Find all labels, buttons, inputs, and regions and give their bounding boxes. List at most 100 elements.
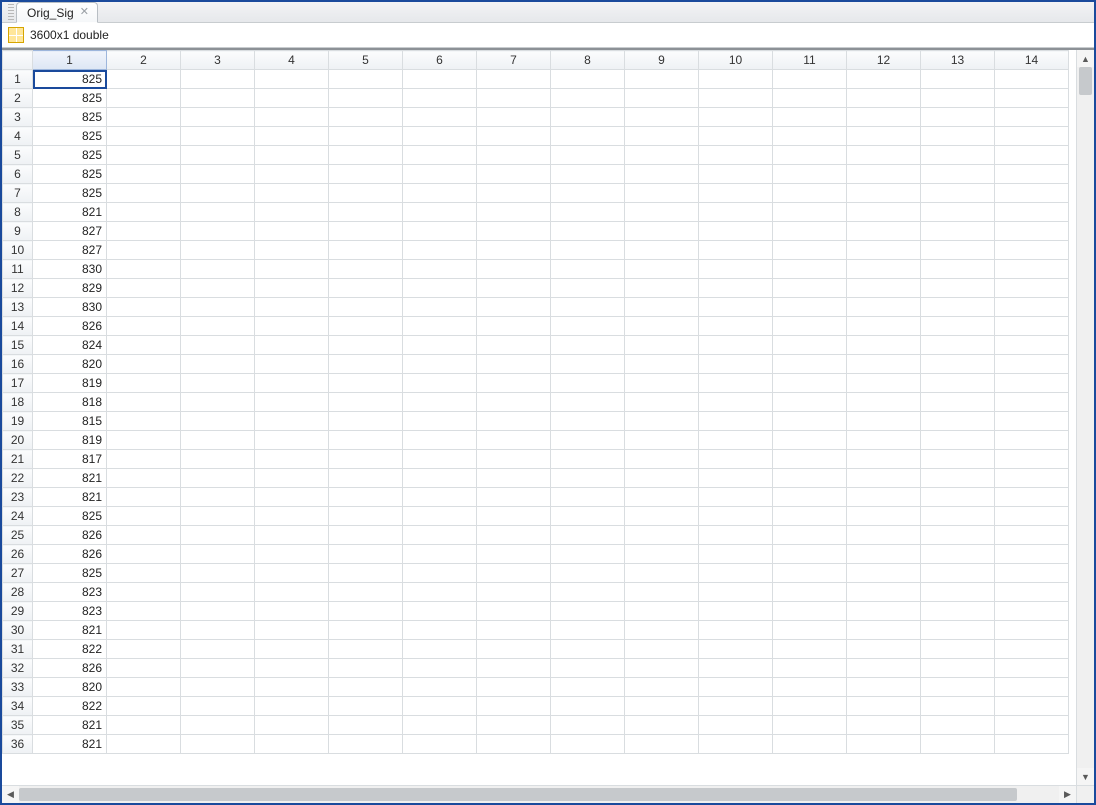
grid-cell[interactable] (403, 317, 477, 336)
grid-cell[interactable] (995, 431, 1069, 450)
grid-cell[interactable] (477, 393, 551, 412)
grid-cell[interactable] (921, 279, 995, 298)
grid-cell[interactable] (255, 108, 329, 127)
column-header[interactable]: 11 (773, 51, 847, 70)
scroll-left-arrow-icon[interactable]: ◀ (2, 786, 19, 803)
grid-cell[interactable] (477, 146, 551, 165)
grid-cell[interactable]: 825 (33, 127, 107, 146)
grid-cell[interactable] (477, 583, 551, 602)
grid-cell[interactable]: 826 (33, 317, 107, 336)
grid-cell[interactable] (995, 450, 1069, 469)
grid-cell[interactable] (181, 184, 255, 203)
grid-cell[interactable]: 825 (33, 165, 107, 184)
grid-cell[interactable] (255, 469, 329, 488)
scroll-down-arrow-icon[interactable]: ▼ (1077, 768, 1094, 785)
grid-cell[interactable] (477, 507, 551, 526)
row-header[interactable]: 24 (3, 507, 33, 526)
grid-cell[interactable] (477, 108, 551, 127)
grid-cell[interactable] (255, 602, 329, 621)
grid-cell[interactable] (699, 165, 773, 184)
grid-cell[interactable] (995, 716, 1069, 735)
grid-cell[interactable] (847, 412, 921, 431)
grid-cell[interactable] (181, 108, 255, 127)
grid-cell[interactable] (255, 526, 329, 545)
grid-cell[interactable] (477, 336, 551, 355)
grid-cell[interactable] (551, 70, 625, 89)
grid-cell[interactable] (699, 545, 773, 564)
grid-cell[interactable] (773, 469, 847, 488)
grid-cell[interactable] (107, 716, 181, 735)
grid-cell[interactable] (329, 431, 403, 450)
grid-cell[interactable] (477, 659, 551, 678)
grid-cell[interactable] (181, 241, 255, 260)
grid-cell[interactable] (773, 545, 847, 564)
grid-cell[interactable] (329, 184, 403, 203)
grid-cell[interactable] (773, 431, 847, 450)
grid-cell[interactable] (625, 203, 699, 222)
grid-cell[interactable] (773, 89, 847, 108)
row-header[interactable]: 18 (3, 393, 33, 412)
grid-cell[interactable] (551, 393, 625, 412)
grid-cell[interactable] (477, 203, 551, 222)
grid-cell[interactable] (477, 640, 551, 659)
grid-cell[interactable] (921, 203, 995, 222)
grid-cell[interactable] (329, 279, 403, 298)
grid-cell[interactable] (921, 697, 995, 716)
grid-cell[interactable] (995, 89, 1069, 108)
grid-cell[interactable] (403, 678, 477, 697)
grid-cell[interactable] (625, 659, 699, 678)
grid-cell[interactable] (921, 336, 995, 355)
grid-cell[interactable] (847, 735, 921, 754)
grid-cell[interactable] (329, 526, 403, 545)
grid-cell[interactable] (329, 260, 403, 279)
grid-cell[interactable] (773, 507, 847, 526)
grid-cell[interactable] (255, 697, 329, 716)
grid-cell[interactable] (921, 241, 995, 260)
grid-cell[interactable] (329, 507, 403, 526)
grid-cell[interactable] (773, 355, 847, 374)
grid-cell[interactable] (773, 317, 847, 336)
grid-cell[interactable] (773, 260, 847, 279)
grid-cell[interactable] (699, 355, 773, 374)
column-header[interactable]: 8 (551, 51, 625, 70)
grid-cell[interactable] (921, 260, 995, 279)
grid-cell[interactable] (551, 203, 625, 222)
grid-cell[interactable] (625, 526, 699, 545)
grid-cell[interactable] (847, 146, 921, 165)
grid-cell[interactable] (329, 336, 403, 355)
grid-cell[interactable]: 821 (33, 735, 107, 754)
grid-cell[interactable] (625, 260, 699, 279)
grid-cell[interactable] (329, 583, 403, 602)
grid-cell[interactable] (625, 89, 699, 108)
grid-cell[interactable]: 815 (33, 412, 107, 431)
row-header[interactable]: 19 (3, 412, 33, 431)
grid-cell[interactable] (403, 127, 477, 146)
grid-cell[interactable] (255, 659, 329, 678)
grid-cell[interactable] (329, 640, 403, 659)
grid-cell[interactable] (107, 127, 181, 146)
grid-cell[interactable] (329, 450, 403, 469)
grid-cell[interactable]: 821 (33, 203, 107, 222)
vertical-scrollbar[interactable]: ▲ ▼ (1076, 50, 1094, 785)
row-header[interactable]: 22 (3, 469, 33, 488)
grid-cell[interactable]: 824 (33, 336, 107, 355)
grid-cell[interactable] (773, 412, 847, 431)
grid-cell[interactable]: 825 (33, 564, 107, 583)
grid-cell[interactable] (625, 146, 699, 165)
grid-cell[interactable] (921, 678, 995, 697)
grid-cell[interactable] (773, 640, 847, 659)
grid-cell[interactable] (403, 526, 477, 545)
grid-cell[interactable] (329, 89, 403, 108)
grid-cell[interactable] (181, 735, 255, 754)
grid-cell[interactable] (403, 260, 477, 279)
grid-cell[interactable] (699, 203, 773, 222)
grid-cell[interactable] (921, 545, 995, 564)
grid-cell[interactable]: 825 (33, 184, 107, 203)
grid-cell[interactable]: 821 (33, 716, 107, 735)
grid-cell[interactable]: 822 (33, 640, 107, 659)
grid-cell[interactable] (699, 241, 773, 260)
grid-cell[interactable] (403, 507, 477, 526)
grid-cell[interactable] (181, 564, 255, 583)
grid-cell[interactable] (403, 355, 477, 374)
column-header[interactable]: 13 (921, 51, 995, 70)
